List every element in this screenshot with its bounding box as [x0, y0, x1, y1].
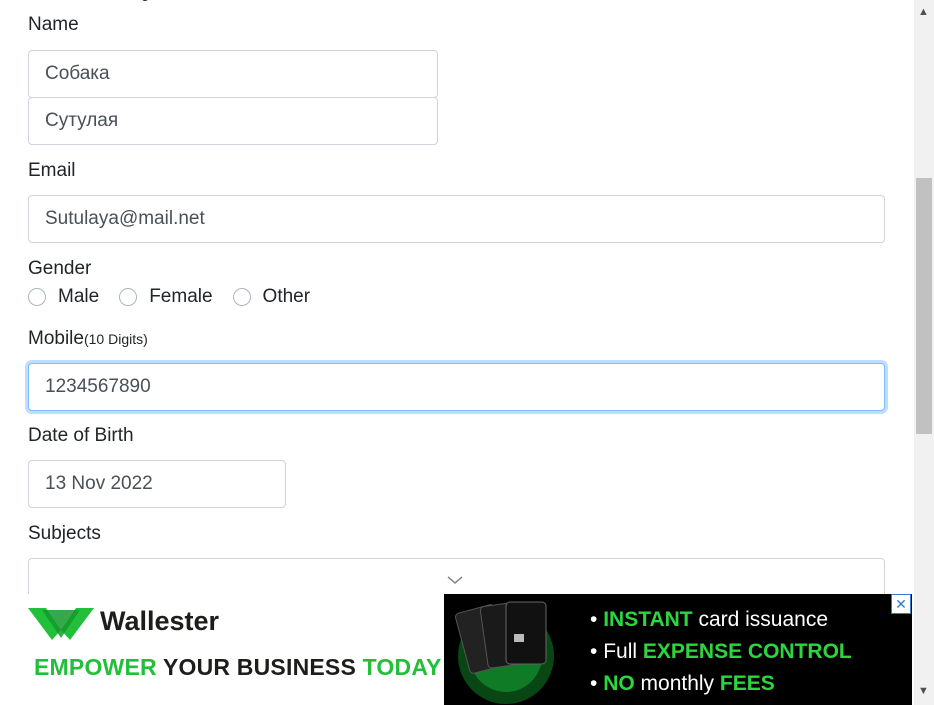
gender-label: Gender — [28, 258, 92, 279]
ad-bullet-1-text: card issuance — [692, 608, 829, 631]
gender-female-option[interactable]: Female — [119, 286, 213, 308]
ad-bullet-list: • INSTANT card issuance • Full EXPENSE C… — [590, 604, 852, 700]
scroll-up-arrow-icon[interactable]: ▲ — [918, 6, 929, 18]
ad-bullet-3-text: monthly — [634, 672, 720, 695]
ad-bullet-3: • NO monthly FEES — [590, 668, 852, 700]
dob-input[interactable]: 13 Nov 2022 — [28, 460, 286, 508]
gender-radio-group: Male Female Other — [28, 286, 330, 308]
ad-cards-image-icon — [455, 601, 554, 704]
scrollbar-thumb[interactable] — [916, 178, 932, 434]
ad-bullet-1: • INSTANT card issuance — [590, 604, 852, 636]
cutoff-heading-fragment — [135, 0, 165, 2]
mobile-label: Mobile(10 Digits) — [28, 328, 148, 350]
gender-female-label[interactable]: Female — [149, 286, 212, 308]
last-name-input[interactable]: Сутулая — [28, 97, 438, 145]
ad-bullet-2: • Full EXPENSE CONTROL — [590, 636, 852, 668]
name-label: Name — [28, 14, 79, 35]
wallester-logo-icon — [28, 604, 94, 647]
email-input[interactable]: Sutulaya@mail.net — [28, 195, 885, 243]
ad-bullet-2-text: Full — [603, 640, 643, 663]
bullet-dot: • — [590, 672, 604, 695]
mobile-hint: (10 Digits) — [83, 331, 148, 347]
dob-label: Date of Birth — [28, 425, 134, 446]
ad-bullet-1-highlight: INSTANT — [603, 608, 693, 631]
gender-male-option[interactable]: Male — [28, 286, 99, 308]
ad-bullet-3-highlight: NO — [603, 672, 635, 695]
mobile-input[interactable]: 1234567890 — [28, 363, 885, 411]
ad-tagline: EMPOWER YOUR BUSINESS TODAY — [34, 654, 442, 681]
radio-circle-icon[interactable] — [119, 288, 138, 306]
radio-circle-icon[interactable] — [28, 288, 46, 306]
chevron-down-icon[interactable] — [446, 573, 464, 591]
ad-tagline-today: TODAY — [362, 654, 442, 680]
ad-tagline-empower: EMPOWER — [34, 654, 157, 680]
ad-bullet-2-highlight: EXPENSE CONTROL — [642, 640, 852, 663]
bullet-dot: • — [590, 608, 604, 631]
ad-close-icon[interactable]: ✕ — [891, 594, 911, 614]
first-name-input[interactable]: Собака — [28, 50, 438, 98]
mobile-label-text: Mobile — [28, 328, 84, 349]
bullet-dot: • — [590, 640, 604, 663]
email-label: Email — [28, 160, 76, 181]
gender-other-label[interactable]: Other — [263, 286, 311, 308]
ad-tagline-mid: YOUR BUSINESS — [156, 654, 363, 680]
subjects-label: Subjects — [28, 523, 101, 544]
scroll-down-arrow-icon[interactable]: ▼ — [918, 685, 929, 697]
gender-male-label[interactable]: Male — [58, 286, 99, 308]
gender-other-option[interactable]: Other — [232, 286, 311, 308]
radio-circle-icon[interactable] — [232, 288, 251, 306]
ad-bullet-3-highlight-2: FEES — [719, 672, 775, 695]
ad-brand-name: Wallester — [100, 606, 220, 636]
